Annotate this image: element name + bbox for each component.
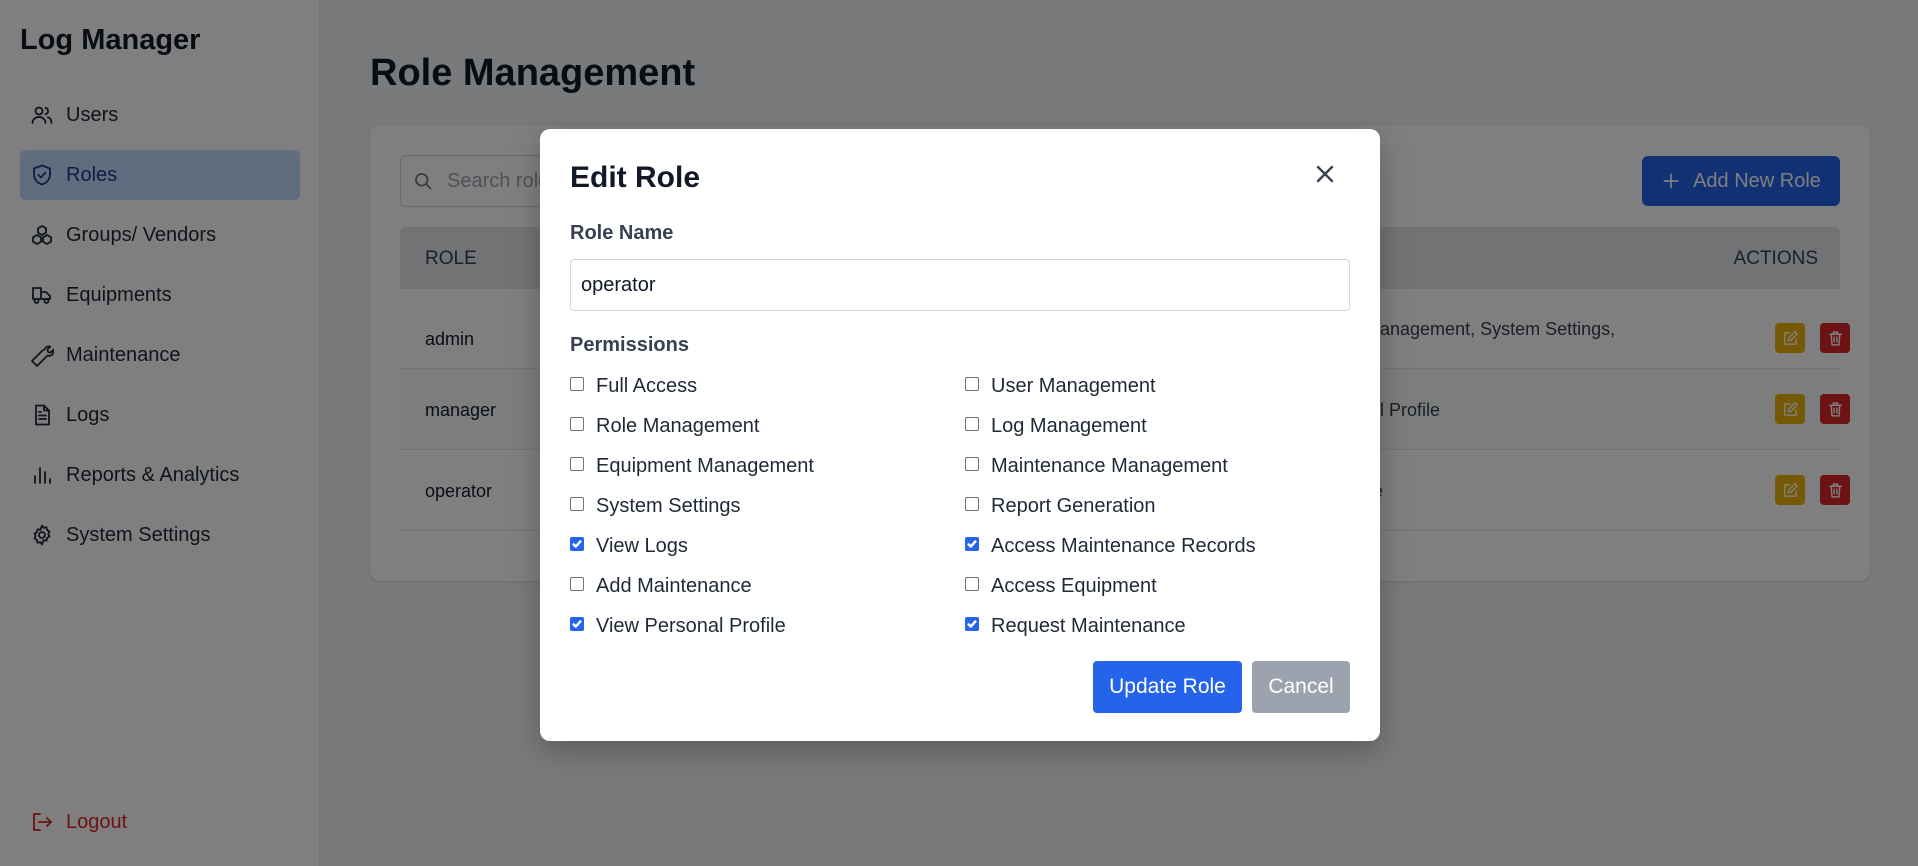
permission-label: Request Maintenance	[991, 614, 1186, 637]
permission-label: Access Equipment	[991, 574, 1157, 597]
permission-checkbox[interactable]	[570, 457, 584, 471]
role-name-label: Role Name	[570, 222, 674, 244]
permission-checkbox[interactable]	[965, 617, 979, 631]
permission-checkbox[interactable]	[570, 617, 584, 631]
permission-label: System Settings	[596, 494, 741, 517]
permission-option[interactable]: Role Management	[570, 406, 965, 446]
check-icon	[572, 540, 582, 548]
permission-label: Add Maintenance	[596, 574, 752, 597]
permission-label: Log Management	[991, 414, 1147, 437]
close-icon	[1316, 165, 1334, 183]
permissions-label: Permissions	[570, 334, 689, 356]
permission-option[interactable]: Report Generation	[965, 486, 1360, 526]
permission-option[interactable]: System Settings	[570, 486, 965, 526]
edit-role-modal: Edit Role Role Name Permissions Full Acc…	[540, 129, 1380, 741]
permission-option[interactable]: Full Access	[570, 366, 965, 406]
permission-option[interactable]: View Logs	[570, 526, 965, 566]
permission-label: Equipment Management	[596, 454, 814, 477]
permission-label: User Management	[991, 374, 1156, 397]
permission-checkbox[interactable]	[570, 377, 584, 391]
permissions-grid: Full Access User Management Role Managemen…	[570, 366, 1360, 646]
permission-checkbox[interactable]	[965, 417, 979, 431]
permission-label: Report Generation	[991, 494, 1156, 517]
permission-label: Access Maintenance Records	[991, 534, 1256, 557]
check-icon	[967, 540, 977, 548]
permission-checkbox[interactable]	[570, 537, 584, 551]
role-name-input[interactable]	[570, 259, 1350, 311]
close-button[interactable]	[1310, 159, 1340, 189]
permission-option[interactable]: Add Maintenance	[570, 566, 965, 606]
permission-checkbox[interactable]	[965, 537, 979, 551]
permission-option[interactable]: Access Maintenance Records	[965, 526, 1360, 566]
permission-option[interactable]: User Management	[965, 366, 1360, 406]
permission-checkbox[interactable]	[570, 497, 584, 511]
permission-option[interactable]: View Personal Profile	[570, 606, 965, 646]
permission-label: View Personal Profile	[596, 614, 786, 637]
cancel-button[interactable]: Cancel	[1252, 661, 1350, 713]
permission-label: Full Access	[596, 374, 698, 397]
check-icon	[967, 620, 977, 628]
permission-checkbox[interactable]	[570, 417, 584, 431]
permission-checkbox[interactable]	[965, 577, 979, 591]
permission-label: View Logs	[596, 534, 688, 557]
permission-checkbox[interactable]	[965, 457, 979, 471]
modal-title: Edit Role	[570, 161, 701, 194]
permission-option[interactable]: Request Maintenance	[965, 606, 1360, 646]
permission-option[interactable]: Access Equipment	[965, 566, 1360, 606]
permission-option[interactable]: Log Management	[965, 406, 1360, 446]
permission-label: Role Management	[596, 414, 760, 437]
permission-option[interactable]: Equipment Management	[570, 446, 965, 486]
check-icon	[572, 620, 582, 628]
permission-label: Maintenance Management	[991, 454, 1228, 477]
permission-checkbox[interactable]	[965, 377, 979, 391]
permission-checkbox[interactable]	[965, 497, 979, 511]
update-role-button[interactable]: Update Role	[1093, 661, 1242, 713]
permission-option[interactable]: Maintenance Management	[965, 446, 1360, 486]
permission-checkbox[interactable]	[570, 577, 584, 591]
